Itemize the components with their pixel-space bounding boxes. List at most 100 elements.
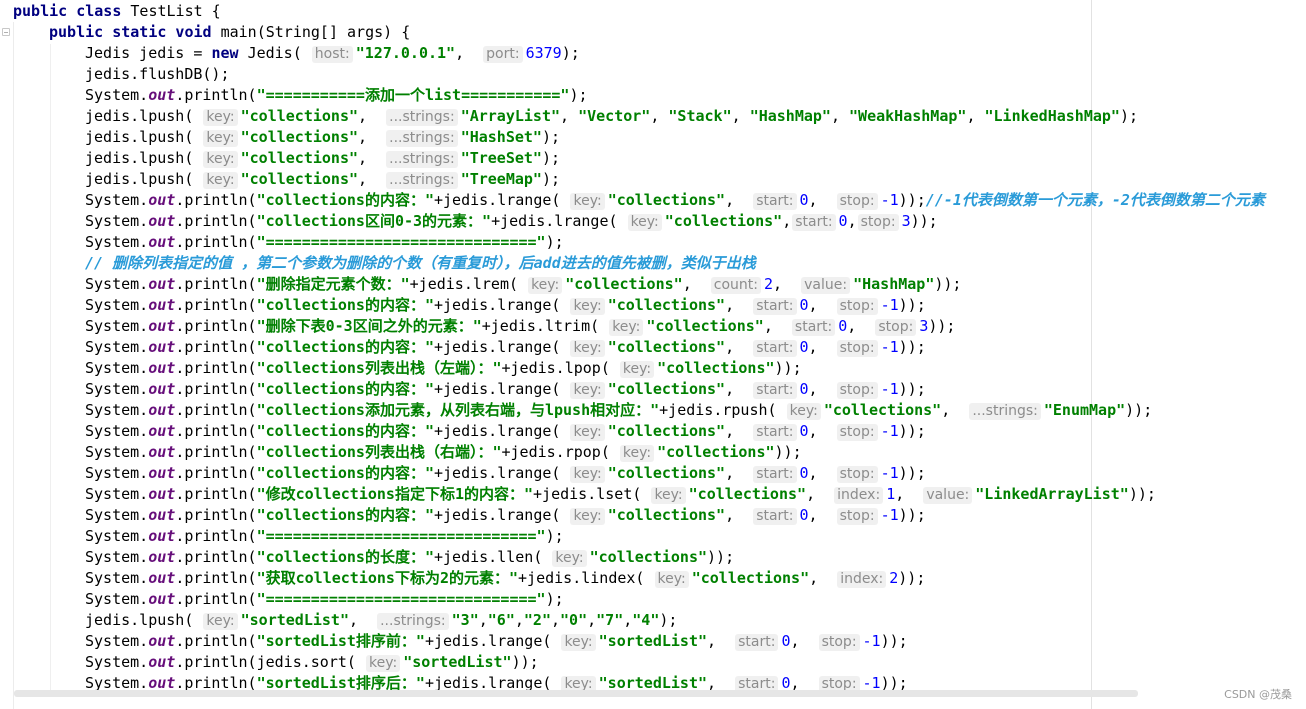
code-line[interactable]: System.out.println("collections列表出栈（左端）：… <box>85 358 802 379</box>
code-token: , <box>725 506 753 524</box>
parameter-hint: start: <box>753 424 797 441</box>
parameter-hint: ...strings: <box>386 130 458 147</box>
code-line[interactable]: System.out.println("sortedList排序前："+jedi… <box>85 631 908 652</box>
code-token: "collections的内容：" <box>256 506 434 524</box>
code-token: out <box>148 359 176 377</box>
code-editor[interactable]: public class TestList {public static voi… <box>0 0 1306 709</box>
code-line[interactable]: System.out.println("====================… <box>85 526 564 547</box>
code-token: "127.0.0.1" <box>355 44 456 62</box>
parameter-hint: start: <box>735 634 779 651</box>
code-token: -1 <box>880 191 899 209</box>
code-line[interactable]: jedis.lpush( key: "collections", ...strin… <box>85 169 560 190</box>
parameter-hint: key: <box>619 445 655 462</box>
code-line[interactable]: System.out.println("collections的内容："+jed… <box>85 421 926 442</box>
code-token: .println( <box>175 569 257 587</box>
fold-marker-icon[interactable] <box>2 28 10 36</box>
parameter-hint: key: <box>365 655 401 672</box>
code-token: )); <box>928 317 956 335</box>
code-token: , <box>808 296 836 314</box>
code-token: 3 <box>919 317 929 335</box>
code-token: 0 <box>799 338 809 356</box>
code-token: jedis.lpush( <box>85 149 203 167</box>
code-line[interactable]: System.out.println("collections的内容："+jed… <box>85 337 926 358</box>
code-token: "sortedList" <box>403 653 512 671</box>
code-token: jedis.lpush( <box>85 128 203 146</box>
code-token: -1 <box>880 380 899 398</box>
code-token: +jedis.lrange( <box>434 380 570 398</box>
code-line[interactable]: System.out.println("collections添加元素，从列表右… <box>85 400 1152 421</box>
code-token: "collections" <box>565 275 683 293</box>
code-line[interactable]: jedis.lpush( key: "sortedList", ...string… <box>85 610 677 631</box>
code-line[interactable]: System.out.println("collections区间0-3的元素：… <box>85 211 938 232</box>
code-token: 0 <box>799 464 809 482</box>
code-token: , <box>725 464 753 482</box>
code-line[interactable]: System.out.println("删除下表0-3区间之外的元素："+jed… <box>85 316 955 337</box>
code-line[interactable]: jedis.lpush( key: "collections", ...strin… <box>85 127 560 148</box>
code-token: "4" <box>632 611 660 629</box>
code-token: System. <box>85 275 149 293</box>
parameter-hint: key: <box>552 550 587 567</box>
code-token: 2 <box>889 569 899 587</box>
code-token: , <box>830 107 850 125</box>
code-token: , <box>560 107 579 125</box>
code-line[interactable]: System.out.println("collections的内容："+jed… <box>85 379 926 400</box>
code-token: 2 <box>764 275 774 293</box>
code-line[interactable]: public class TestList { <box>13 1 221 22</box>
code-line[interactable]: jedis.flushDB(); <box>85 64 230 85</box>
parameter-hint: stop: <box>857 214 899 231</box>
parameter-hint: index: <box>837 571 887 588</box>
code-line[interactable]: public static void main(String[] args) { <box>49 22 410 43</box>
code-token: "collections" <box>240 107 359 125</box>
code-token: )); <box>910 212 938 230</box>
code-line[interactable]: // 删除列表指定的值 ，第二个参数为删除的个数（有重复时），后add进去的值先… <box>85 253 756 274</box>
horizontal-scrollbar[interactable] <box>14 690 1138 697</box>
code-token: .println( <box>175 506 257 524</box>
parameter-hint: key: <box>203 172 238 189</box>
code-line[interactable]: System.out.println("删除指定元素个数："+jedis.lre… <box>85 274 961 295</box>
code-line[interactable]: System.out.println("===========添加一个list=… <box>85 85 588 106</box>
code-token: )); <box>898 569 926 587</box>
code-token: System. <box>85 443 149 461</box>
code-token: System. <box>85 212 149 230</box>
code-token: "HashSet" <box>460 128 542 146</box>
code-line[interactable]: Jedis jedis = new Jedis( host: "127.0.0.1… <box>85 43 580 64</box>
code-token: , <box>725 338 753 356</box>
code-token: "collections列表出栈（右端）：" <box>256 443 502 461</box>
code-line[interactable]: System.out.println("collections列表出栈（右端）：… <box>85 442 802 463</box>
code-token: , <box>808 464 836 482</box>
code-token: "0" <box>560 611 588 629</box>
parameter-hint: ...strings: <box>386 172 458 189</box>
code-line[interactable]: System.out.println("====================… <box>85 589 564 610</box>
code-line[interactable]: System.out.println("collections的长度："+jed… <box>85 547 734 568</box>
code-token: "HashMap" <box>749 107 831 125</box>
code-line[interactable]: System.out.println("获取collections下标为2的元素… <box>85 568 925 589</box>
parameter-hint: stop: <box>836 466 878 483</box>
code-token: , <box>358 128 386 146</box>
code-token: , <box>809 569 837 587</box>
code-line[interactable]: jedis.lpush( key: "collections", ...strin… <box>85 106 1138 127</box>
code-token: )); <box>898 380 926 398</box>
code-token: )); <box>707 548 735 566</box>
code-token: )); <box>511 653 539 671</box>
code-line[interactable]: System.out.println("修改collections指定下标1的内… <box>85 484 1156 505</box>
code-token: jedis.lpush( <box>85 611 203 629</box>
code-line[interactable]: System.out.println("collections的内容："+jed… <box>85 190 1265 211</box>
code-line[interactable]: System.out.println(jedis.sort( key: "sort… <box>85 652 539 673</box>
code-token: "collections" <box>607 191 726 209</box>
code-token: , <box>895 485 923 503</box>
code-token: Jedis( <box>247 44 311 62</box>
code-token: +jedis.rpop( <box>501 443 619 461</box>
code-token: , <box>707 632 735 650</box>
parameter-hint: start: <box>753 466 797 483</box>
code-token: )); <box>1125 401 1153 419</box>
code-token: +jedis.rpush( <box>659 401 786 419</box>
code-token: +jedis.lset( <box>533 485 651 503</box>
code-line[interactable]: jedis.lpush( key: "collections", ...strin… <box>85 148 560 169</box>
code-line[interactable]: System.out.println("collections的内容："+jed… <box>85 463 926 484</box>
code-line[interactable]: System.out.println("collections的内容："+jed… <box>85 295 926 316</box>
code-token: +jedis.lrem( <box>409 275 528 293</box>
code-token: "collections" <box>691 569 810 587</box>
code-line[interactable]: System.out.println("====================… <box>85 232 564 253</box>
code-line[interactable]: System.out.println("collections的内容："+jed… <box>85 505 926 526</box>
code-token: , <box>808 380 836 398</box>
